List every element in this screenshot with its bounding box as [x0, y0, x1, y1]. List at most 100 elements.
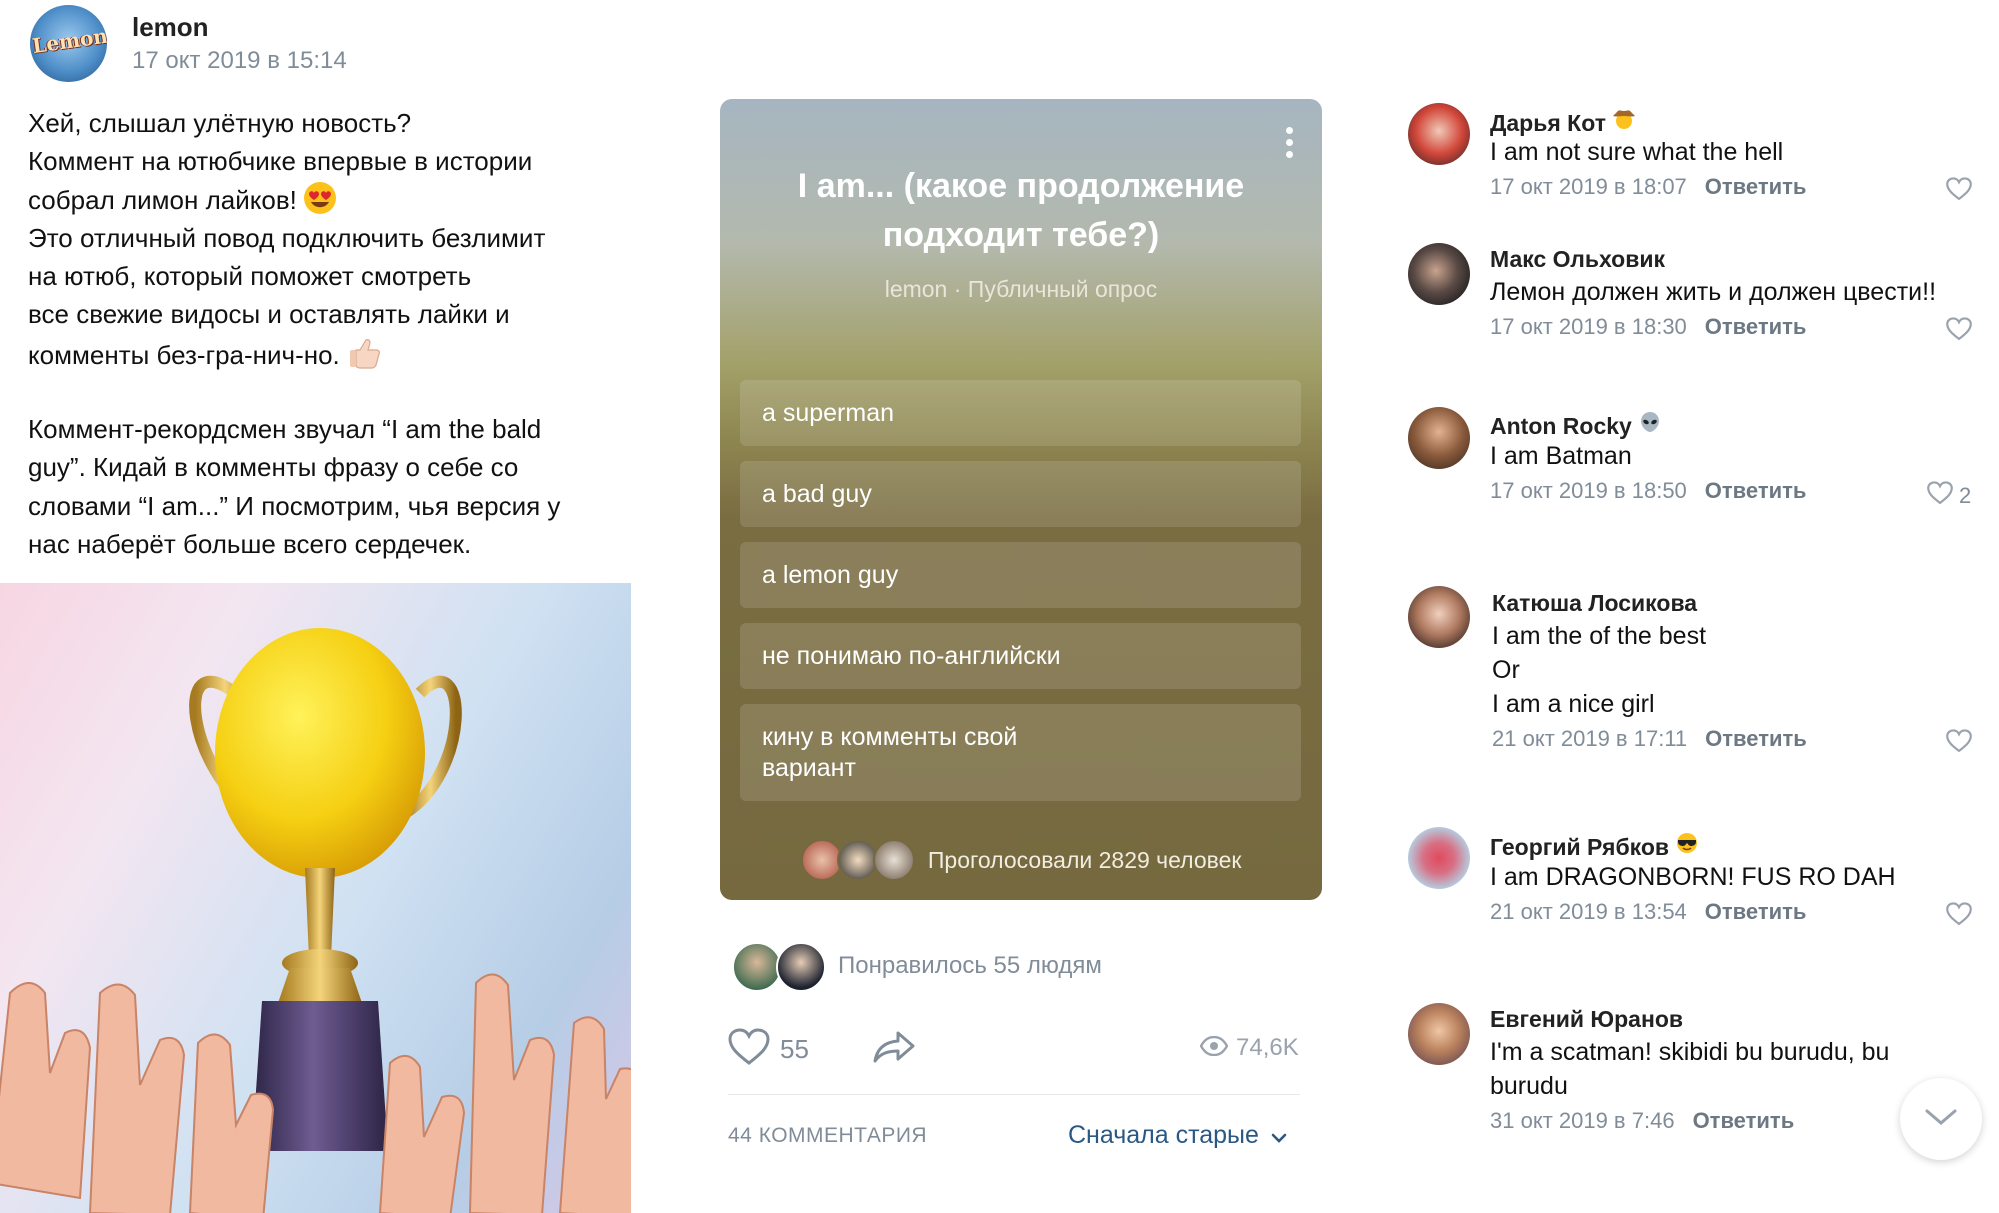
commenter-name[interactable]: Евгений Юранов	[1490, 1006, 1683, 1033]
post-text-line: комменты без-гра-нич-но.	[28, 334, 638, 372]
comment-like-button[interactable]	[1946, 902, 1972, 931]
liked-by-text[interactable]: Понравилось 55 людям	[838, 952, 1102, 980]
reply-button[interactable]: Ответить	[1705, 314, 1807, 339]
chevron-down-icon	[1271, 1121, 1287, 1150]
commenter-avatar[interactable]	[1408, 243, 1470, 305]
comment-text: I am DRAGONBORN! FUS RO DAH	[1490, 863, 1896, 891]
post-text-line: Коммент на ютюбчике впервые в истории	[28, 146, 533, 177]
sort-comments-dropdown[interactable]: Сначала старые	[1068, 1121, 1287, 1150]
post-text-line: все свежие видосы и оставлять лайки и	[28, 299, 510, 330]
poll-subtitle: lemon · Публичный опрос	[884, 276, 1158, 302]
commenter-avatar[interactable]	[1408, 586, 1470, 648]
views-counter: 74,6K	[1199, 1034, 1299, 1062]
sunglasses-emoji	[1675, 833, 1699, 860]
thumbs-up-emoji	[346, 334, 382, 380]
post-text-line: на ютюб, который поможет смотреть	[28, 261, 472, 292]
heart-icon	[1946, 317, 1972, 346]
post-text-fragment: комменты без-гра-нич-но.	[28, 339, 340, 370]
comment-date[interactable]: 31 окт 2019 в 7:46	[1490, 1108, 1675, 1133]
avatar-logo-text: Lemon	[30, 23, 107, 59]
reply-button[interactable]: Ответить	[1693, 1108, 1795, 1133]
commenter-avatar[interactable]	[1408, 1003, 1470, 1065]
comment-text: I'm a scatman! skibidi bu burudu, bu	[1490, 1038, 1890, 1066]
post-text-line: словами “I am...” И посмотрим, чья верси…	[28, 490, 561, 521]
comment-text: Лемон должен жить и должен цвести!!	[1490, 278, 1937, 306]
comment-like-button[interactable]	[1946, 317, 1972, 346]
comment-meta: 31 окт 2019 в 7:46 Ответить	[1490, 1108, 1794, 1134]
comment-date[interactable]: 17 окт 2019 в 18:07	[1490, 174, 1687, 199]
reply-button[interactable]: Ответить	[1705, 726, 1807, 751]
poll-voters[interactable]: Проголосовали 2829 человек	[720, 839, 1322, 881]
poll-card: I am... (какое продолжение подходит тебе…	[720, 99, 1322, 900]
views-count: 74,6K	[1236, 1034, 1299, 1061]
alien-emoji	[1638, 412, 1662, 439]
post-text-fragment: собрал лимон лайков!	[28, 184, 297, 215]
comment-date[interactable]: 21 окт 2019 в 13:54	[1490, 899, 1687, 924]
comment-like-button[interactable]: 2	[1927, 481, 1971, 510]
comment-like-button[interactable]	[1946, 729, 1972, 758]
commenter-name[interactable]: Anton Rocky	[1490, 410, 1662, 440]
post-text-blank-line	[28, 372, 638, 410]
eye-icon	[1199, 1035, 1229, 1061]
comments-count: 44 КОММЕНТАРИЯ	[728, 1124, 928, 1147]
voter-avatar	[873, 839, 916, 881]
author-avatar[interactable]: Lemon	[30, 5, 107, 82]
comment-text: I am the of the best	[1492, 622, 1707, 650]
commenter-name[interactable]: Макс Ольховик	[1490, 246, 1665, 273]
poll-option[interactable]: не понимаю по-английски	[740, 623, 1301, 689]
commenter-name-text: Дарья Кот	[1490, 110, 1606, 136]
poll-option-label: не понимаю по-английски	[762, 641, 1061, 670]
scroll-down-button[interactable]	[1900, 1078, 1982, 1160]
poll-option-label: a bad guy	[762, 479, 872, 508]
poll-option[interactable]: кину в комменты свой вариант	[740, 704, 1301, 801]
comment-date[interactable]: 21 окт 2019 в 17:11	[1492, 726, 1687, 751]
comment-date[interactable]: 17 окт 2019 в 18:50	[1490, 478, 1687, 503]
reply-button[interactable]: Ответить	[1705, 174, 1807, 199]
reply-button[interactable]: Ответить	[1705, 478, 1807, 503]
heart-icon	[1946, 177, 1972, 206]
poll-option-label: a lemon guy	[762, 560, 899, 589]
more-vertical-icon[interactable]	[1286, 127, 1294, 163]
share-button[interactable]	[872, 1030, 916, 1069]
commenter-name[interactable]: Дарья Кот	[1490, 107, 1636, 137]
post-text-line: Это отличный повод подключить безлимит	[28, 222, 546, 253]
commenter-name[interactable]: Георгий Рябков	[1490, 831, 1699, 861]
comment-meta: 21 окт 2019 в 17:11 Ответить	[1492, 726, 1807, 752]
comment-text: I am Batman	[1490, 442, 1632, 470]
comment-text: I am a nice girl	[1492, 690, 1655, 718]
post-author[interactable]: lemon	[132, 12, 209, 43]
post-text-line: guy”. Кидай в комменты фразу о себе со	[28, 452, 519, 483]
like-button[interactable]: 55	[728, 1028, 809, 1071]
commenter-name[interactable]: Катюша Лосикова	[1492, 590, 1697, 617]
poll-option-label: a superman	[762, 398, 895, 427]
heart-icon	[728, 1028, 770, 1071]
post-text: Хей, слышал улётную новость? Коммент на …	[28, 104, 638, 563]
poll-option-label: кину в комменты свой вариант	[762, 722, 1018, 782]
post-image-lemon-trophy[interactable]	[0, 583, 631, 1213]
cowboy-emoji	[1612, 110, 1636, 136]
like-count: 55	[780, 1034, 809, 1064]
share-icon	[872, 1031, 916, 1068]
poll-option[interactable]: a bad guy	[740, 461, 1301, 527]
liker-avatar	[776, 942, 826, 992]
commenter-avatar[interactable]	[1408, 827, 1470, 889]
sort-label: Сначала старые	[1068, 1121, 1259, 1149]
poll-option[interactable]: a lemon guy	[740, 542, 1301, 608]
comment-meta: 17 окт 2019 в 18:30 Ответить	[1490, 314, 1806, 340]
heart-icon	[1946, 902, 1972, 931]
poll-option[interactable]: a superman	[740, 380, 1301, 446]
reply-button[interactable]: Ответить	[1705, 899, 1807, 924]
post-date[interactable]: 17 окт 2019 в 15:14	[132, 47, 347, 75]
comment-date[interactable]: 17 окт 2019 в 18:30	[1490, 314, 1687, 339]
commenter-avatar[interactable]	[1408, 407, 1470, 469]
comment-like-button[interactable]	[1946, 177, 1972, 206]
divider	[728, 1094, 1300, 1095]
poll-voters-count: Проголосовали 2829 человек	[927, 846, 1242, 873]
comment-text: I am not sure what the hell	[1490, 138, 1784, 166]
liker-avatar	[732, 942, 782, 992]
commenter-avatar[interactable]	[1408, 103, 1470, 165]
commenter-name-text: Anton Rocky	[1490, 413, 1632, 439]
comment-meta: 21 окт 2019 в 13:54 Ответить	[1490, 899, 1806, 925]
comment-meta: 17 окт 2019 в 18:50 Ответить	[1490, 478, 1806, 504]
commenter-name-text: Георгий Рябков	[1490, 834, 1670, 860]
